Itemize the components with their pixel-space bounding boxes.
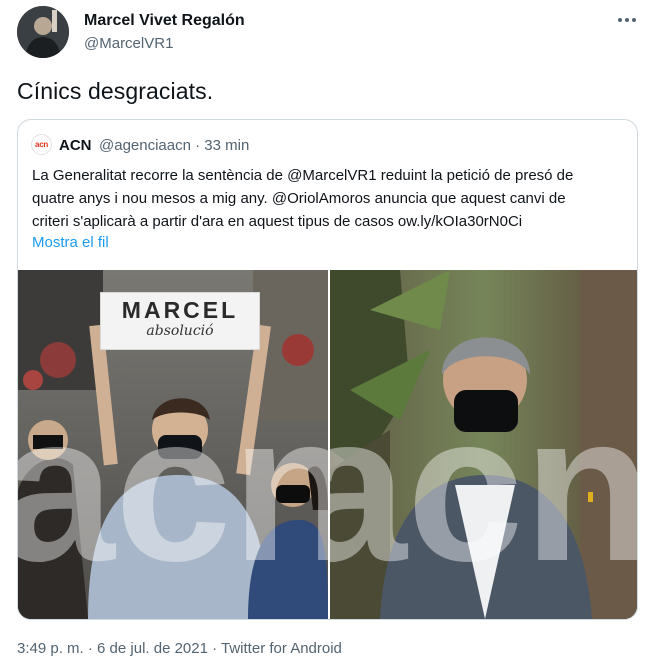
watermark-text: acn bbox=[330, 370, 637, 605]
more-horizontal-icon-dot bbox=[632, 18, 636, 22]
acn-logo-icon: acn bbox=[35, 140, 48, 149]
watermark-text: acn bbox=[18, 370, 328, 605]
tweet-text: Cínics desgraciats. bbox=[17, 78, 214, 104]
author-name[interactable]: Marcel Vivet Regalón bbox=[84, 12, 245, 30]
sign-title: MARCEL bbox=[121, 297, 239, 323]
more-horizontal-icon-dot bbox=[625, 18, 629, 22]
author-avatar[interactable] bbox=[17, 6, 69, 58]
show-thread-link[interactable]: Mostra el fil bbox=[32, 234, 109, 251]
more-horizontal-icon bbox=[618, 18, 622, 22]
official-photo: acn bbox=[330, 270, 637, 619]
quoted-tweet-text: La Generalitat recorre la sentència de @… bbox=[32, 164, 630, 233]
quoted-avatar: acn bbox=[31, 134, 52, 155]
avatar-photo bbox=[17, 6, 69, 58]
quoted-text-line: La Generalitat recorre la sentència de @… bbox=[32, 167, 574, 184]
quoted-author-name: ACN bbox=[59, 137, 92, 154]
quoted-photo-official[interactable]: acn bbox=[330, 270, 637, 619]
author-handle[interactable]: @MarcelVR1 bbox=[84, 35, 173, 52]
tweet-card: Marcel Vivet Regalón @MarcelVR1 Cínics d… bbox=[0, 0, 660, 672]
tweet-timestamp[interactable]: 3:49 p. m. · 6 de jul. de 2021 · Twitter… bbox=[17, 640, 342, 657]
protest-sign: MARCEL absolució bbox=[100, 292, 260, 350]
quoted-author-handle: @agenciaacn · 33 min bbox=[99, 137, 250, 154]
sign-subtitle: absolució bbox=[146, 323, 214, 339]
quoted-photo-protest[interactable]: acn MARCEL absolució bbox=[18, 270, 328, 619]
quoted-text-line: quatre anys i nou mesos a mig any. @Orio… bbox=[32, 190, 566, 207]
more-options-button[interactable] bbox=[612, 10, 642, 30]
quoted-text-line: criteri s'aplicarà a partir d'ara en aqu… bbox=[32, 213, 523, 230]
quoted-tweet[interactable]: acn ACN @agenciaacn · 33 min La Generali… bbox=[17, 119, 638, 620]
